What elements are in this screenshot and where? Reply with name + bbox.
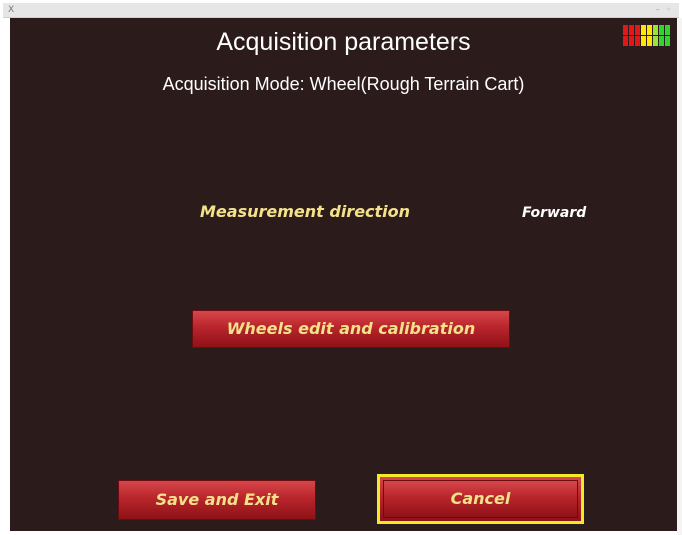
acquisition-mode-label: Acquisition Mode: Wheel(Rough Terrain Ca… [162,74,525,94]
cancel-button[interactable]: Cancel [377,474,584,524]
page-title: Acquisition parameters [216,28,471,56]
meter-cell [629,25,634,35]
meter-cell [641,36,646,46]
save-and-exit-button[interactable]: Save and Exit [118,480,316,520]
meter-cell [623,36,628,46]
meter-cell [653,36,658,46]
meter-cell [629,36,634,46]
meter-cell [653,25,658,35]
title-bar: X – ◦ [3,3,679,18]
meter-cell [659,36,664,46]
wheels-edit-calibration-button[interactable]: Wheels edit and calibration [192,310,510,348]
meter-cell [665,36,670,46]
app-window: X – ◦ Acquisition parameters Acquisition… [0,0,682,535]
meter-cell [647,25,652,35]
window-controls[interactable]: – ◦ [656,5,673,15]
app-menu-icon[interactable]: X [8,5,14,15]
window-frame-edge [677,18,682,535]
signal-meter-icon [623,24,677,48]
measurement-direction-value[interactable]: Forward [522,205,586,221]
meter-cell [635,36,640,46]
meter-cell [635,25,640,35]
main-panel: Acquisition parameters Acquisition Mode:… [10,18,677,531]
measurement-direction-label: Measurement direction [200,202,411,221]
meter-cell [659,25,664,35]
meter-cell [647,36,652,46]
meter-cell [641,25,646,35]
meter-cell [623,25,628,35]
meter-cell [665,25,670,35]
cancel-button-label: Cancel [383,480,578,518]
